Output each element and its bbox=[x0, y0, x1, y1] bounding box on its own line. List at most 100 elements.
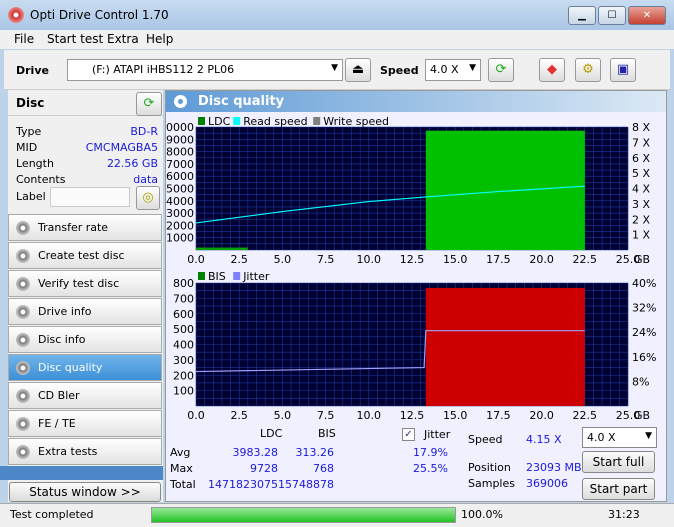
disc-icon[interactable]: ◎ bbox=[136, 186, 160, 210]
stat-bis: 15748878 bbox=[278, 478, 334, 491]
jitter-checkbox[interactable]: ✓ bbox=[402, 428, 415, 441]
chevron-down-icon: ▼ bbox=[645, 431, 652, 441]
y-tick: 800 bbox=[173, 277, 194, 290]
settings-icon[interactable]: ⚙ bbox=[575, 58, 601, 82]
y2-tick: 5 X bbox=[632, 167, 650, 180]
minimize-button[interactable]: ▁ bbox=[568, 6, 596, 25]
menu-file[interactable]: File bbox=[14, 32, 34, 46]
nav-item[interactable]: Disc info bbox=[8, 326, 162, 353]
x-tick: 5.0 bbox=[274, 409, 292, 422]
menu-extra[interactable]: Extra bbox=[107, 32, 139, 46]
y-tick: 700 bbox=[173, 292, 194, 305]
disc-icon bbox=[16, 389, 30, 403]
menu-start-test[interactable]: Start test bbox=[47, 32, 103, 46]
y-tick: 9000 bbox=[166, 133, 194, 146]
y-tick: 3000 bbox=[166, 207, 194, 220]
progress-bar bbox=[151, 507, 456, 523]
disc-key: MID bbox=[16, 141, 38, 154]
nav-label: Disc quality bbox=[38, 361, 103, 374]
legend-label: Write speed bbox=[323, 115, 389, 128]
maximize-button[interactable]: ☐ bbox=[598, 6, 626, 25]
disc-icon bbox=[16, 333, 30, 347]
app-icon bbox=[8, 7, 24, 23]
window-title: Opti Drive Control 1.70 bbox=[30, 8, 169, 22]
y-tick: 2000 bbox=[166, 219, 194, 232]
disc-quality-panel: Disc quality LDC Read speed Write speed 100… bbox=[165, 90, 667, 502]
jitter-label: Jitter bbox=[424, 428, 451, 441]
stat-ldc: 3983.28 bbox=[232, 446, 279, 459]
y2-tick: 40% bbox=[632, 277, 656, 290]
close-button[interactable]: ✕ bbox=[628, 6, 666, 25]
elapsed-time: 31:23 bbox=[608, 508, 640, 521]
menu-bar: File Start test Extra Help bbox=[0, 30, 674, 49]
legend-swatch bbox=[198, 117, 205, 125]
y2-tick: 4 X bbox=[632, 183, 650, 196]
title-bar: Opti Drive Control 1.70 ▁ ☐ ✕ bbox=[0, 0, 674, 30]
nav-item[interactable]: Create test disc bbox=[8, 242, 162, 269]
start-part-button[interactable]: Start part bbox=[582, 478, 655, 500]
toolbar: Drive (F:) ATAPI iHBS112 2 PL06 ▼ ⏏ Spee… bbox=[4, 50, 670, 90]
nav-item[interactable]: Extra tests bbox=[8, 438, 162, 465]
y2-tick: 32% bbox=[632, 302, 656, 315]
y2-tick: 7 X bbox=[632, 136, 650, 149]
legend-swatch bbox=[198, 272, 205, 280]
x-tick: 7.5 bbox=[317, 409, 335, 422]
y-tick: 5000 bbox=[166, 183, 194, 196]
label-input[interactable] bbox=[50, 187, 130, 207]
disc-icon bbox=[16, 417, 30, 431]
y-tick: 4000 bbox=[166, 195, 194, 208]
disc-value: CMCMAGBA5 bbox=[85, 141, 158, 154]
refresh-icon[interactable]: ⟳ bbox=[488, 58, 514, 82]
stat-bis: 313.26 bbox=[295, 446, 335, 459]
test-speed-select[interactable]: 4.0 X ▼ bbox=[582, 427, 657, 448]
speed-select[interactable]: 4.0 X ▼ bbox=[425, 59, 481, 81]
nav-item[interactable]: Verify test disc bbox=[8, 270, 162, 297]
nav-item[interactable]: Transfer rate bbox=[8, 214, 162, 241]
legend-label: LDC bbox=[208, 115, 231, 128]
disc-icon bbox=[16, 445, 30, 459]
stat-ldc: 1471823075 bbox=[208, 478, 278, 491]
progress-fill bbox=[152, 508, 455, 522]
nav-item[interactable]: FE / TE bbox=[8, 410, 162, 437]
x-tick: 0.0 bbox=[187, 409, 205, 422]
nav-item[interactable]: CD Bler bbox=[8, 382, 162, 409]
stat-jitter: 17.9% bbox=[413, 446, 448, 459]
x-tick: 20.0 bbox=[529, 253, 554, 266]
x-tick: 17.5 bbox=[486, 253, 511, 266]
disc-icon bbox=[16, 277, 30, 291]
disc-value: BD-R bbox=[130, 125, 158, 138]
status-bar: Test completed 100.0% 31:23 bbox=[0, 503, 674, 527]
label-label: Label bbox=[16, 190, 46, 203]
nav-label: FE / TE bbox=[38, 417, 76, 430]
disc-value: data bbox=[133, 173, 158, 186]
charts: LDC Read speed Write speed1000200030004000… bbox=[166, 115, 656, 422]
x-tick: 22.5 bbox=[573, 409, 598, 422]
x-tick: 15.0 bbox=[443, 409, 468, 422]
menu-help[interactable]: Help bbox=[146, 32, 173, 46]
panel-title: Disc quality bbox=[166, 91, 666, 112]
eject-icon[interactable]: ⏏ bbox=[345, 58, 371, 82]
nav-label: Disc info bbox=[38, 333, 86, 346]
refresh-disc-icon[interactable]: ⟳ bbox=[136, 92, 162, 116]
nav-item[interactable]: Disc quality bbox=[8, 354, 162, 381]
y2-tick: 16% bbox=[632, 351, 656, 364]
start-full-button[interactable]: Start full bbox=[582, 451, 655, 473]
x-tick: 0.0 bbox=[187, 253, 205, 266]
x-tick: 17.5 bbox=[486, 409, 511, 422]
x-tick: 10.0 bbox=[357, 253, 382, 266]
status-window-button[interactable]: Status window >> bbox=[9, 482, 161, 502]
drive-select[interactable]: (F:) ATAPI iHBS112 2 PL06 ▼ bbox=[67, 59, 343, 81]
samples-label: Samples bbox=[468, 477, 515, 490]
disc-icon bbox=[16, 249, 30, 263]
y2-tick: 8% bbox=[632, 375, 649, 388]
save-icon[interactable]: ▣ bbox=[610, 58, 636, 82]
y-tick: 200 bbox=[173, 369, 194, 382]
nav-label: Verify test disc bbox=[38, 277, 120, 290]
nav-item[interactable]: Drive info bbox=[8, 298, 162, 325]
position-label: Position bbox=[468, 461, 511, 474]
speed-label: Speed bbox=[380, 64, 419, 77]
eraser-icon[interactable]: ◆ bbox=[539, 58, 565, 82]
disc-key: Length bbox=[16, 157, 54, 170]
stat-key: Max bbox=[170, 462, 193, 475]
legend-label: Read speed bbox=[243, 115, 307, 128]
